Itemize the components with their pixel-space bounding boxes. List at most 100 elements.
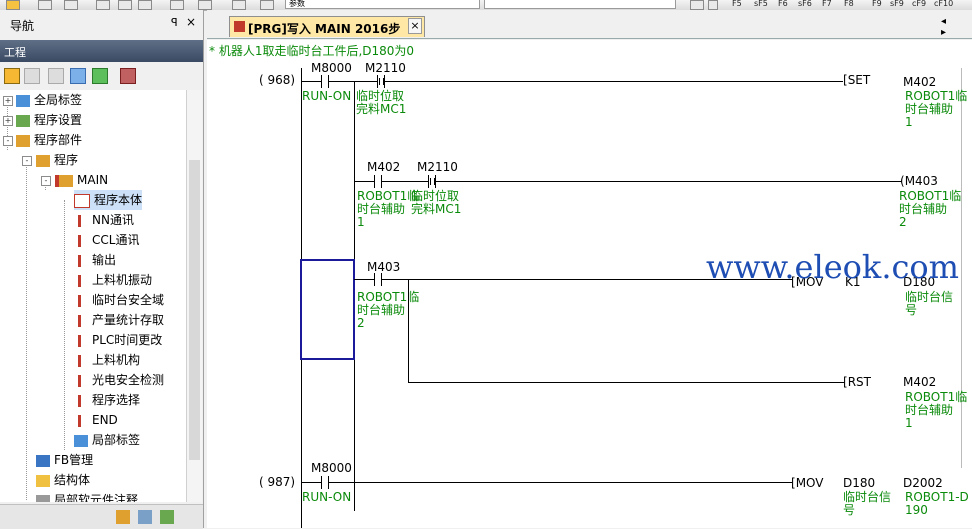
tree-item-main[interactable]: MAIN	[55, 170, 108, 190]
edit-cursor[interactable]	[300, 259, 355, 360]
pin-icon[interactable]: ꟼ	[171, 16, 178, 29]
ladder-icon	[78, 294, 88, 307]
paste-icon[interactable]	[48, 68, 64, 84]
contact-m8000-b[interactable]	[321, 476, 322, 489]
device-label: M2110	[417, 160, 458, 174]
expander-program-settings[interactable]: +	[3, 116, 13, 126]
tab-scroll-arrows[interactable]: ◂ ▸	[941, 16, 972, 38]
tree-item-fb[interactable]: FB管理	[36, 450, 93, 470]
new-data-icon[interactable]	[4, 68, 20, 84]
fkey-sf6[interactable]: sF6	[798, 0, 812, 8]
fkey-f5[interactable]: F5	[732, 0, 742, 8]
tree-item-program-parts[interactable]: 程序部件	[16, 130, 82, 150]
tree-item-feeder-vibration[interactable]: 上料机振动	[78, 270, 152, 290]
refresh-icon[interactable]	[92, 68, 108, 84]
scrollbar-thumb[interactable]	[189, 160, 200, 460]
ladder-icon	[78, 234, 88, 247]
ladder-icon	[78, 414, 88, 427]
device-combo[interactable]: 参数	[285, 0, 480, 9]
tree-item-feeder[interactable]: 上料机构	[78, 350, 140, 370]
checkbox-icon[interactable]	[690, 0, 704, 10]
contact-m2110-b[interactable]	[428, 175, 429, 188]
find-icon[interactable]	[170, 0, 184, 10]
ladder-icon	[78, 314, 88, 327]
project-label: 工程	[4, 46, 26, 59]
tree-item-ccl[interactable]: CCL通讯	[78, 230, 139, 250]
project-view-icon[interactable]	[116, 510, 130, 524]
folder-icon	[16, 134, 30, 147]
device-label: M2110	[365, 61, 406, 75]
expander-program-parts[interactable]: -	[3, 136, 13, 146]
tree-item-output-stats[interactable]: 产量统计存取	[78, 310, 164, 330]
fkey-sf9[interactable]: sF9	[890, 0, 904, 8]
instruction-rst[interactable]: [RST	[843, 375, 871, 390]
properties-icon[interactable]	[70, 68, 86, 84]
diamond-icon[interactable]	[232, 0, 246, 10]
expander-program[interactable]: -	[22, 156, 32, 166]
device-comment: 完料MC1	[411, 202, 462, 216]
settings-icon	[16, 114, 30, 127]
contact-m2110[interactable]	[377, 75, 378, 88]
comment-icon	[36, 494, 50, 502]
replace-icon[interactable]	[198, 0, 212, 10]
device-label: M402	[903, 75, 937, 89]
instruction-set[interactable]: [SET	[843, 73, 870, 88]
secondary-combo[interactable]	[484, 0, 676, 9]
contact-m402[interactable]	[374, 175, 375, 188]
table-icon[interactable]	[138, 0, 152, 10]
fkey-f6[interactable]: F6	[778, 0, 788, 8]
tab-main-program[interactable]: [PRG]写入 MAIN 2016步 ×	[229, 16, 425, 37]
fkey-f8[interactable]: F8	[844, 0, 854, 8]
nav-bottom-bar	[0, 504, 203, 529]
save-icon[interactable]	[64, 0, 78, 10]
tree-item-photo-safety[interactable]: 光电安全检测	[78, 370, 164, 390]
print-icon[interactable]	[96, 0, 110, 10]
tree-item-plc-time[interactable]: PLC时间更改	[78, 330, 162, 350]
tree-item-output[interactable]: 输出	[78, 250, 116, 270]
contact-m403[interactable]	[374, 273, 375, 286]
ladder-icon	[78, 354, 88, 367]
tree-scrollbar[interactable]	[186, 90, 202, 502]
coil-m403[interactable]: (M403	[900, 174, 938, 189]
fkey-f7[interactable]: F7	[822, 0, 832, 8]
ladder-icon	[78, 274, 88, 287]
tree-item-program[interactable]: 程序	[36, 150, 78, 170]
fkey-cf9[interactable]: cF9	[912, 0, 926, 8]
tree-item-struct[interactable]: 结构体	[36, 470, 90, 490]
tree-item-temp-safety[interactable]: 临时台安全域	[78, 290, 164, 310]
device-label: M403	[367, 260, 401, 274]
expander-main[interactable]: -	[41, 176, 51, 186]
tree-item-local-labels[interactable]: 局部标签	[74, 430, 140, 450]
new-project-icon[interactable]	[6, 0, 20, 10]
fkey-f9[interactable]: F9	[872, 0, 882, 8]
bars-icon[interactable]	[260, 0, 274, 10]
tree-item-nn[interactable]: NN通讯	[78, 210, 134, 230]
program-icon	[55, 174, 73, 187]
grid-icon[interactable]	[118, 0, 132, 10]
expander-global-labels[interactable]: +	[3, 96, 13, 106]
filter-icon[interactable]	[120, 68, 136, 84]
tree-item-global-labels[interactable]: 全局标签	[16, 90, 82, 110]
user-library-icon[interactable]	[138, 510, 152, 524]
fkey-cf10[interactable]: cF10	[934, 0, 953, 8]
close-icon[interactable]: ×	[186, 15, 196, 29]
device-comment: 号	[843, 503, 856, 517]
open-icon[interactable]	[38, 0, 52, 10]
ladder-icon	[78, 214, 88, 227]
tree-item-program-settings[interactable]: 程序设置	[16, 110, 82, 130]
nav-title: 导航	[10, 19, 35, 33]
instruction-mov[interactable]: [MOV	[791, 476, 823, 491]
tree-item-local-comments[interactable]: 局部软元件注释	[36, 490, 138, 502]
ladder-icon	[78, 254, 88, 267]
close-icon[interactable]: ×	[408, 18, 422, 34]
dropdown-icon[interactable]	[708, 0, 718, 10]
tree-item-program-select[interactable]: 程序选择	[78, 390, 140, 410]
watermark-text: www.eleok.com	[706, 248, 960, 286]
copy-icon[interactable]	[24, 68, 40, 84]
connection-icon[interactable]	[160, 510, 174, 524]
tree-item-program-body[interactable]: 程序本体	[74, 190, 143, 210]
device-label: M402	[903, 375, 937, 389]
tree-item-end[interactable]: END	[78, 410, 118, 430]
contact-m8000[interactable]	[321, 75, 322, 88]
fkey-sf5[interactable]: sF5	[754, 0, 768, 8]
